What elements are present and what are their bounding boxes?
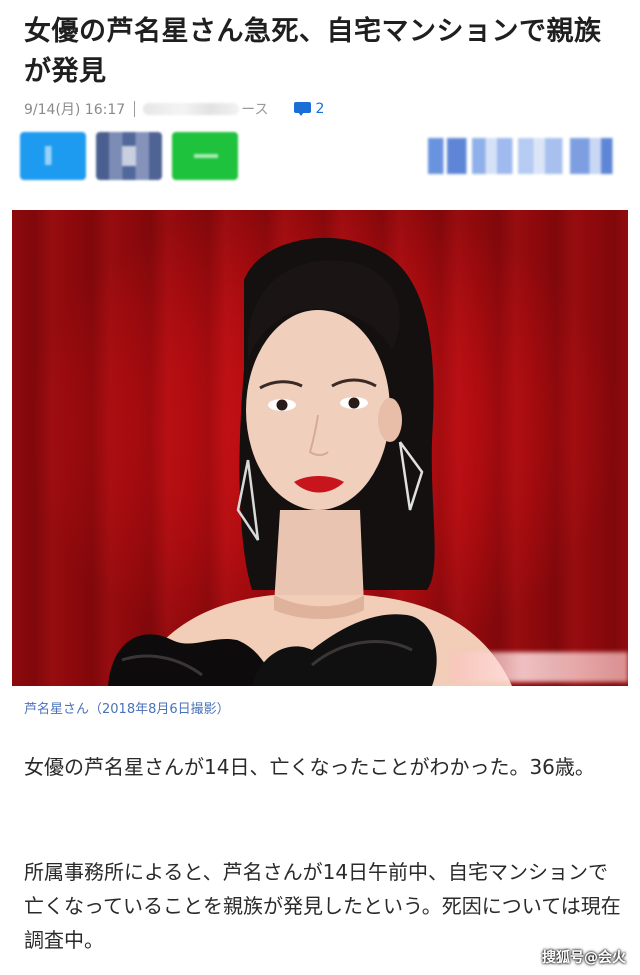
- comment-icon[interactable]: [294, 102, 312, 116]
- article-page: 女優の芦名星さん急死、自宅マンションで親族が発見 9/14(月) 16:17 ー…: [0, 0, 640, 975]
- facebook-share-button[interactable]: [96, 132, 162, 180]
- comment-count[interactable]: 2: [315, 101, 324, 117]
- source-name-suffix: ース: [241, 102, 269, 118]
- source-name-blurred[interactable]: [143, 103, 240, 115]
- photo-caption: 芦名星さん（2018年8月6日撮影）: [24, 702, 230, 717]
- article-paragraph-1: 女優の芦名星さんが14日、亡くなったことがわかった。36歳。: [24, 755, 595, 779]
- article-headline: 女優の芦名星さん急死、自宅マンションで親族が発見: [24, 16, 602, 87]
- article-paragraph-2: 所属事務所によると、芦名さんが14日午前中、自宅マンションで亡くなっていることを…: [24, 860, 621, 952]
- photo-watermark-blurred: [452, 652, 628, 682]
- follow-link-blurred[interactable]: [428, 138, 620, 174]
- line-share-button[interactable]: [172, 132, 238, 180]
- article-meta: 9/14(月) 16:17 ース 2: [24, 98, 324, 120]
- publish-datetime: 9/14(月) 16:17: [24, 102, 126, 118]
- meta-divider: [134, 101, 136, 117]
- corner-watermark: 搜狐号@会火: [542, 950, 626, 966]
- portrait-illustration: [108, 237, 512, 686]
- article-photo: [12, 210, 628, 686]
- twitter-share-button[interactable]: [20, 132, 86, 180]
